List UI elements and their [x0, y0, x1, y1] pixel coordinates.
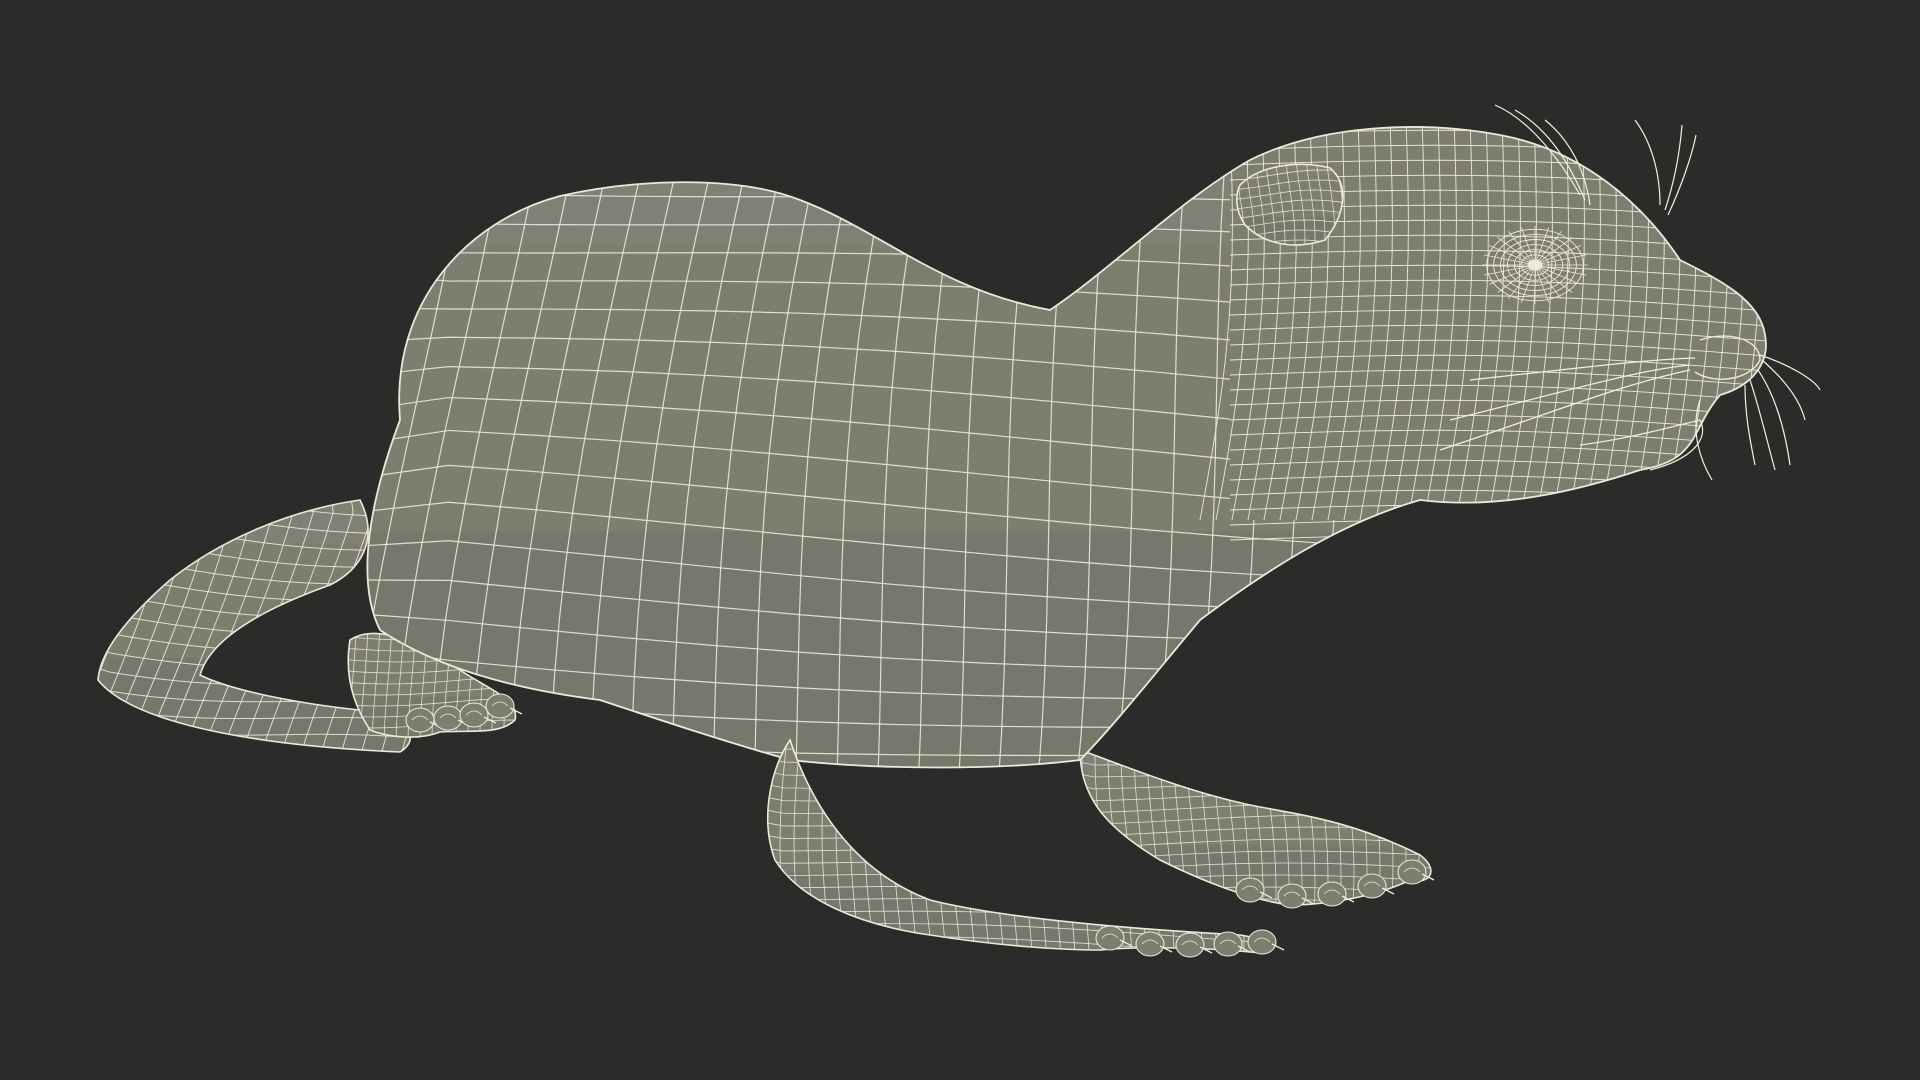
render-viewport	[0, 0, 1920, 1080]
otter-model	[97, 104, 1821, 958]
otter-eye	[1482, 226, 1588, 304]
otter-body	[367, 127, 1766, 768]
